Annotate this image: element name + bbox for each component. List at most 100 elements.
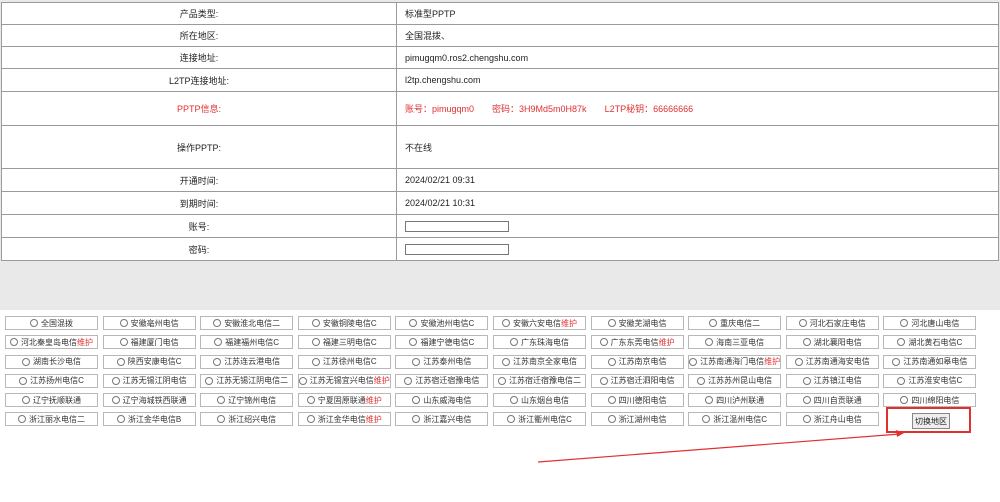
region-option[interactable]: 河北石家庄电信 [785, 316, 879, 330]
radio-icon[interactable] [213, 319, 222, 327]
region-option[interactable]: 江苏宿迁宿豫电信二 [492, 373, 586, 388]
radio-icon[interactable] [607, 396, 616, 405]
region-option[interactable]: 江苏南通海门电信 维护 [688, 354, 782, 369]
radio-icon[interactable] [501, 357, 510, 366]
region-option[interactable]: 河北秦皇岛电信 维护 [5, 335, 98, 350]
region-option[interactable]: 浙江温州电信C [688, 412, 782, 427]
region-option[interactable]: 福建三明电信C [297, 335, 391, 350]
radio-icon[interactable] [900, 396, 909, 405]
radio-icon[interactable] [897, 338, 906, 347]
region-option[interactable]: 浙江绍兴电信 [200, 412, 294, 427]
region-option[interactable]: 安徽芜湖电信 [590, 316, 684, 330]
region-option[interactable]: 浙江金华电信B [102, 412, 196, 427]
region-option[interactable]: 江苏苏州昆山电信 [688, 373, 782, 388]
radio-icon[interactable] [111, 396, 120, 405]
radio-icon[interactable] [794, 357, 803, 366]
region-option[interactable]: 四川自贡联通 [785, 393, 879, 408]
region-option[interactable]: 安徽亳州电信 [102, 316, 196, 330]
radio-icon[interactable] [501, 319, 510, 327]
region-option[interactable]: 江苏南通海安电信 [785, 354, 879, 369]
radio-icon[interactable] [509, 338, 518, 347]
region-option[interactable]: 湖南长沙电信 [5, 354, 98, 369]
radio-icon[interactable] [892, 357, 901, 366]
radio-icon[interactable] [19, 376, 28, 385]
radio-icon[interactable] [509, 396, 518, 405]
region-option[interactable]: 四川绵阳电信 [883, 393, 977, 408]
radio-icon[interactable] [10, 338, 18, 347]
region-option[interactable]: 浙江湖州电信 [590, 412, 684, 427]
radio-icon[interactable] [705, 396, 714, 405]
radio-icon[interactable] [18, 415, 26, 424]
radio-icon[interactable] [798, 319, 807, 327]
region-option[interactable]: 江苏泰州电信 [395, 354, 489, 369]
switch-region-button[interactable]: 切换地区 [912, 413, 950, 429]
region-option[interactable]: 福建厦门电信 [102, 335, 196, 350]
radio-icon[interactable] [205, 376, 214, 385]
radio-icon[interactable] [507, 415, 516, 424]
radio-icon[interactable] [412, 357, 421, 366]
radio-icon[interactable] [802, 376, 811, 385]
radio-icon[interactable] [599, 376, 608, 385]
radio-icon[interactable] [900, 319, 909, 327]
radio-icon[interactable] [705, 338, 714, 347]
region-option[interactable]: 江苏无锡江阴电信 [102, 373, 196, 388]
region-option[interactable]: 江苏南京电信 [590, 354, 684, 369]
region-option[interactable]: 江苏南京全家电信 [492, 354, 586, 369]
region-option[interactable]: 辽宁抚顺联通 [5, 393, 98, 408]
radio-icon[interactable] [689, 357, 698, 366]
radio-icon[interactable] [217, 396, 226, 405]
radio-icon[interactable] [697, 376, 706, 385]
region-option[interactable]: 辽宁锦州电信 [200, 393, 294, 408]
radio-icon[interactable] [607, 415, 616, 424]
radio-icon[interactable] [217, 415, 226, 424]
radio-icon[interactable] [599, 338, 608, 347]
radio-icon[interactable] [409, 319, 418, 327]
radio-icon[interactable] [311, 319, 320, 327]
region-option[interactable]: 山东烟台电信 [492, 393, 586, 408]
region-option[interactable]: 江苏无锡宜兴电信 维护 [297, 373, 391, 388]
radio-icon[interactable] [298, 376, 307, 385]
radio-icon[interactable] [709, 319, 718, 327]
region-option[interactable]: 江苏扬州电信C [5, 373, 98, 388]
region-option[interactable]: 辽宁海城铁西联通 [102, 393, 196, 408]
radio-icon[interactable] [702, 415, 711, 424]
radio-icon[interactable] [897, 376, 906, 385]
radio-icon[interactable] [607, 319, 616, 327]
radio-icon[interactable] [404, 376, 413, 385]
region-option[interactable]: 广东珠海电信 [492, 335, 586, 350]
region-option[interactable]: 湖北黄石电信C [883, 335, 977, 350]
region-option[interactable]: 全国混拨 [5, 316, 98, 330]
region-option[interactable]: 浙江金华电信 维护 [297, 412, 391, 427]
region-option[interactable]: 安徽淮北电信二 [200, 316, 294, 330]
region-option[interactable]: 浙江嘉兴电信 [395, 412, 489, 427]
region-option[interactable]: 江苏宿迁泗阳电信 [590, 373, 684, 388]
region-option[interactable]: 四川德阳电信 [590, 393, 684, 408]
region-option[interactable]: 浙江衢州电信C [492, 412, 586, 427]
region-option[interactable]: 安徽铜陵电信C [297, 316, 391, 330]
radio-icon[interactable] [22, 396, 30, 405]
radio-icon[interactable] [802, 338, 811, 347]
region-option[interactable]: 福建宁德电信C [395, 335, 489, 350]
region-option[interactable]: 宁夏固原联通 维护 [297, 393, 391, 408]
region-option[interactable]: 安徽池州电信C [395, 316, 489, 330]
radio-icon[interactable] [311, 338, 320, 347]
region-option[interactable]: 江苏宿迁宿豫电信 [395, 373, 489, 388]
region-option[interactable]: 海南三亚电信 [688, 335, 782, 350]
radio-icon[interactable] [22, 357, 30, 366]
radio-icon[interactable] [802, 415, 811, 424]
radio-icon[interactable] [213, 357, 222, 366]
region-option[interactable]: 河北唐山电信 [883, 316, 977, 330]
region-option[interactable]: 福建福州电信C [200, 335, 294, 350]
region-option[interactable]: 广东东莞电信 维护 [590, 335, 684, 350]
region-option[interactable]: 浙江丽水电信二 [5, 412, 98, 427]
region-option[interactable]: 江苏无锡江阴电信二 [200, 373, 294, 388]
region-option[interactable]: 湖北襄阳电信 [785, 335, 879, 350]
region-option[interactable]: 四川泸州联通 [688, 393, 782, 408]
account-input[interactable] [405, 220, 509, 232]
radio-icon[interactable] [311, 357, 320, 366]
radio-icon[interactable] [607, 357, 616, 366]
region-option[interactable]: 浙江舟山电信 [785, 412, 879, 427]
region-option[interactable]: 安徽六安电信 维护 [492, 316, 586, 330]
radio-icon[interactable] [497, 376, 506, 385]
radio-icon[interactable] [409, 338, 418, 347]
